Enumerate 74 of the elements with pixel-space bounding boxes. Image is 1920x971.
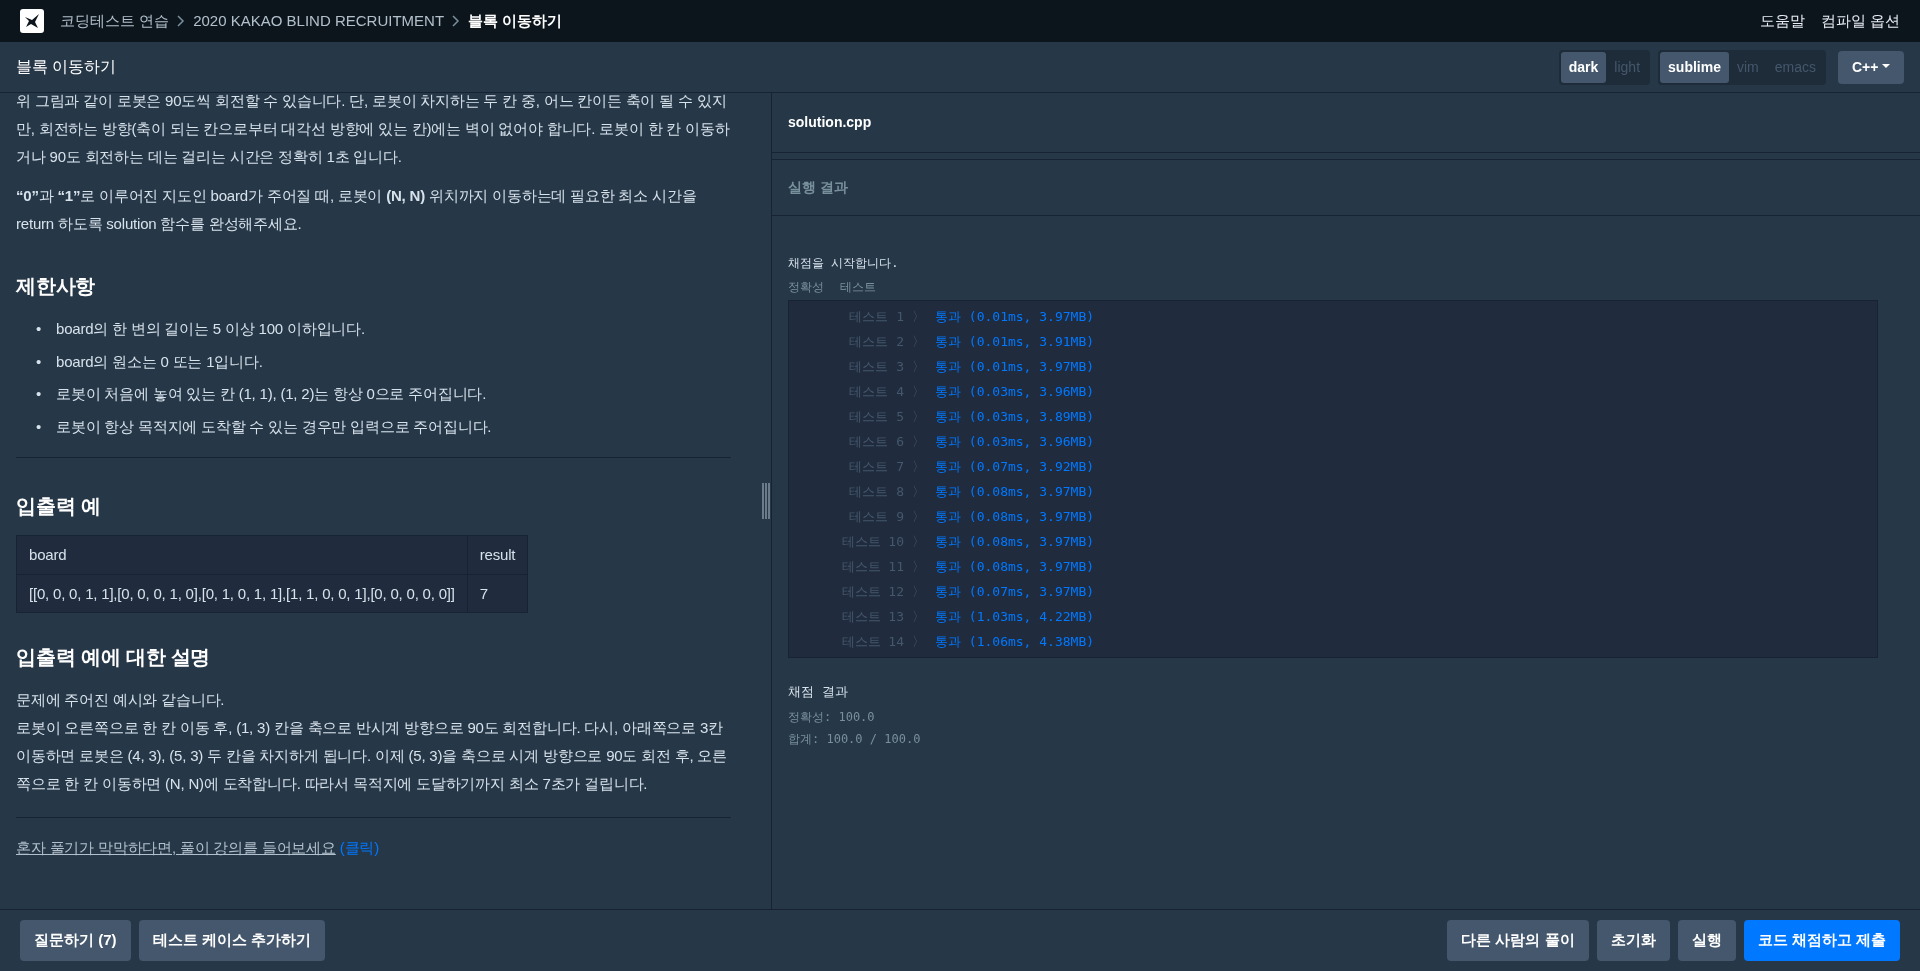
explanation-text: 로봇이 오른쪽으로 한 칸 이동 후, (1, 3) 칸을 축으로 반시계 방향으로 90도 회전합니다. 다시, 아래쪽으로 3칸 이동하면 로봇은 (4, 3), (5, 3) 두 칸을 차지하게 됩니다. 이제 (5, 3)을 축으로 시계 방향으로 90도 회전 후, 오른쪽으로 한 칸 이동하면 (N, N)에 도착합니다. 따라서 목적지에 도달하기까지 최소 7초가 걸립니다. [16, 718, 729, 794]
explanation-text: 문제에 주어진 예시와 같습니다. [16, 690, 226, 711]
action-button[interactable]: 실행 [1677, 920, 1736, 961]
chevron-text: 〉 [912, 482, 925, 501]
breadcrumb-link[interactable]: 코딩테스트 연습 [60, 9, 170, 33]
section-heading: 입출력 예에 대한 설명 [16, 645, 212, 671]
test-result: 통과 (0.03ms, 3.89MB) [935, 407, 1095, 426]
chevron-text: 〉 [912, 582, 925, 601]
section-heading: 입출력 예 [16, 493, 102, 519]
test-result: 통과 (0.07ms, 3.97MB) [935, 582, 1095, 601]
test-result: 통과 (0.03ms, 3.96MB) [935, 382, 1095, 401]
submit-button[interactable]: 코드 채점하고 제출 [1743, 920, 1900, 961]
action-button[interactable]: 다른 사람의 풀이 [1447, 920, 1589, 961]
chevron-icon [452, 15, 461, 27]
summary-title: 채점 결과 [788, 683, 849, 701]
action-button[interactable]: 질문하기 (7) [20, 920, 131, 961]
result-title: 실행 결과 [788, 178, 848, 197]
bullet-text: • [36, 417, 43, 437]
bullet-text: • [36, 351, 43, 372]
test-result: 통과 (0.08ms, 3.97MB) [935, 507, 1095, 526]
column-header: board [16, 535, 468, 574]
breadcrumb-link[interactable]: 2020 KAKAO BLIND RECRUITMENT [193, 9, 445, 33]
category-label: 정확성 [788, 279, 824, 296]
chevron-text: 〉 [912, 557, 925, 576]
chevron-icon [177, 15, 186, 27]
chevron-text: 〉 [912, 532, 925, 551]
test-result: 통과 (0.01ms, 3.97MB) [935, 307, 1095, 326]
description-paragraph: 위 그림과 같이 로봇은 90도씩 회전할 수 있습니다. 단, 로봇이 차지하는 두 칸 중, 어느 칸이든 축이 될 수 있지만, 회전하는 방향(축이 되는 칸으로부터 대각선 방향에 있는 칸)에는 벽이 없어야 합니다. 로봇이 한 칸 이동하거나 90도 회전하는 데는 걸리는 시간은 정확히 1초 입니다. [16, 93, 731, 167]
resize-handle[interactable] [761, 483, 771, 519]
test-result: 통과 (0.07ms, 3.92MB) [935, 457, 1095, 476]
chevron-text: 〉 [912, 632, 925, 651]
chevron-text: 〉 [912, 332, 925, 351]
chevron-text: 〉 [912, 457, 925, 476]
grading-message: 채점을 시작합니다. [788, 255, 900, 272]
test-result: 통과 (0.01ms, 3.91MB) [935, 332, 1095, 351]
section-heading: 제한사항 [16, 273, 97, 299]
description-paragraph: “0”과 “1”로 이루어진 지도인 board가 주어질 때, 로봇이 (N, N) 위치까지 이동하는데 필요한 최소 시간을 return 하도록 solution 함수를 완성해주세요. [16, 186, 698, 234]
constraint-item: 로봇이 항상 목적지에 도착할 수 있는 경우만 입력으로 주어집니다. [56, 417, 492, 437]
summary-line: 정확성: 100.0 [788, 708, 876, 726]
constraint-item: board의 한 변의 길이는 5 이상 100 이하입니다. [56, 318, 365, 339]
summary-line: 합계: 100.0 / 100.0 [788, 730, 922, 748]
nav-link[interactable]: 도움말 [1759, 9, 1805, 33]
file-tab[interactable]: solution.cpp [788, 112, 872, 133]
chevron-text: 〉 [912, 382, 925, 401]
test-result: 통과 (0.08ms, 3.97MB) [935, 557, 1095, 576]
bullet-text: • [36, 384, 43, 405]
lecture-link[interactable]: 혼자 풀기가 막막하다면, 풀이 강의를 들어보세요 [16, 839, 336, 857]
constraint-item: board의 원소는 0 또는 1입니다. [56, 351, 263, 372]
chevron-text: 〉 [912, 407, 925, 426]
action-button[interactable]: 테스트 케이스 추가하기 [138, 920, 325, 961]
category-label: 테스트 [840, 279, 876, 296]
table-cell: [[0, 0, 0, 1, 1],[0, 0, 0, 1, 0],[0, 1, 0, 1, 1],[1, 1, 0, 0, 1],[0, 0, 0, 0, 0]] [16, 574, 468, 613]
test-result: 통과 (0.08ms, 3.97MB) [935, 482, 1095, 501]
chevron-text: 〉 [912, 432, 925, 451]
language-dropdown[interactable]: C++ [1837, 50, 1904, 84]
column-header: result [467, 535, 528, 574]
chevron-text: 〉 [912, 357, 925, 376]
chevron-text: 〉 [912, 507, 925, 526]
table-cell: 7 [467, 574, 528, 613]
test-result: 통과 (1.03ms, 4.22MB) [935, 607, 1095, 626]
constraint-item: 로봇이 처음에 놓여 있는 칸 (1, 1), (1, 2)는 항상 0으로 주어집니다. [56, 384, 487, 405]
chevron-text: 〉 [912, 607, 925, 626]
bullet-text: • [36, 318, 43, 339]
nav-link[interactable]: 컴파일 옵션 [1820, 9, 1900, 33]
logo-icon[interactable] [20, 9, 44, 33]
toggle-option[interactable]: sublime [1660, 51, 1729, 83]
test-result: 통과 (0.08ms, 3.97MB) [935, 532, 1095, 551]
problem-title: 블록 이동하기 [16, 57, 117, 77]
chevron-text: 〉 [912, 307, 925, 326]
test-result: 통과 (0.01ms, 3.97MB) [935, 357, 1095, 376]
toggle-option[interactable]: dark [1560, 51, 1607, 83]
test-result: 통과 (0.03ms, 3.96MB) [935, 432, 1095, 451]
test-result: 통과 (1.06ms, 4.38MB) [935, 632, 1095, 651]
action-button[interactable]: 초기화 [1596, 920, 1670, 961]
